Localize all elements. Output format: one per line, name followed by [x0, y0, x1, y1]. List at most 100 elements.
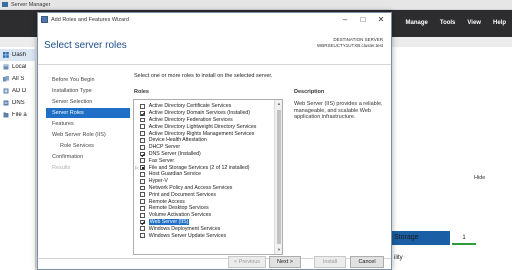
role-checkbox[interactable]	[140, 192, 145, 198]
role-checkbox[interactable]	[140, 185, 145, 191]
role-label: Active Directory Lightweight Directory S…	[148, 123, 257, 130]
role-checkbox[interactable]	[140, 178, 145, 184]
close-icon[interactable]: ✕	[373, 14, 389, 26]
role-item[interactable]: DNS Server (Installed)	[134, 151, 270, 158]
sidebar-item-dns[interactable]: DNS	[0, 97, 36, 109]
role-label: Active Directory Certificate Services	[148, 103, 232, 110]
menu-help[interactable]: Help	[493, 20, 506, 26]
role-item[interactable]: Web Server (IIS)	[134, 218, 270, 226]
role-checkbox[interactable]	[140, 110, 145, 116]
nav-step-server-roles[interactable]: Server Roles	[46, 108, 130, 118]
role-label: Network Policy and Access Services	[148, 184, 233, 191]
role-checkbox[interactable]	[140, 117, 145, 123]
role-item[interactable]: Host Guardian Service	[134, 171, 270, 178]
scrollbar-thumb[interactable]	[276, 110, 281, 244]
server-manager-title: Server Manager	[11, 2, 51, 8]
scroll-up-icon[interactable]: ▲	[275, 100, 282, 108]
role-item[interactable]: Active Directory Domain Services (Instal…	[134, 110, 270, 117]
role-label: Print and Document Services	[148, 191, 216, 198]
role-item[interactable]: ▷ File and Storage Services (2 of 12 inst…	[134, 164, 270, 171]
role-checkbox[interactable]	[140, 212, 145, 218]
menu-tools[interactable]: Tools	[440, 20, 456, 26]
nav-step-features[interactable]: Features	[46, 119, 130, 129]
wizard-titlebar: Add Roles and Features Wizard – □ ✕	[38, 13, 391, 27]
role-checkbox[interactable]	[140, 104, 145, 109]
nav-step-web-server-role[interactable]: Web Server Role (IIS)	[46, 130, 130, 140]
role-item[interactable]: DHCP Server	[134, 144, 270, 151]
roles-scrollbar[interactable]: ▲ ▼	[274, 100, 282, 254]
sidebar-item-local[interactable]: Local	[0, 61, 36, 73]
role-label: DHCP Server	[148, 144, 181, 151]
role-checkbox[interactable]	[140, 233, 145, 238]
nav-step-before-you-begin[interactable]: Before You Begin	[46, 75, 130, 85]
nav-step-results: Results	[52, 165, 71, 171]
role-item[interactable]: Active Directory Lightweight Directory S…	[134, 123, 270, 130]
role-label: Remote Desktop Services	[148, 205, 209, 212]
previous-button[interactable]: < Previous	[228, 256, 266, 268]
role-checkbox[interactable]	[140, 172, 145, 177]
sidebar-item-label: DNS	[12, 100, 25, 106]
role-label: Web Server (IIS)	[148, 218, 190, 225]
role-item[interactable]: Print and Document Services	[134, 191, 270, 198]
role-checkbox[interactable]	[140, 226, 145, 232]
hide-link[interactable]: Hide	[474, 175, 485, 181]
role-label: Active Directory Domain Services (Instal…	[148, 110, 250, 117]
menu-view[interactable]: View	[467, 20, 481, 26]
role-label: Fax Server	[148, 157, 175, 164]
wizard-title: Add Roles and Features Wizard	[51, 17, 129, 23]
cancel-button[interactable]: Cancel	[350, 256, 384, 268]
add-roles-wizard-dialog: Add Roles and Features Wizard – □ ✕ Sele…	[37, 12, 392, 270]
menu-manage[interactable]: Manage	[406, 20, 428, 26]
role-item[interactable]: Fax Server	[134, 157, 270, 164]
role-item[interactable]: Volume Activation Services	[134, 212, 270, 219]
nav-step-installation-type[interactable]: Installation Type	[46, 86, 130, 96]
destination-server-block: DESTINATION SERVER WBRSEUCTY1UTXB.cluste…	[317, 37, 383, 49]
role-checkbox[interactable]	[140, 206, 145, 211]
role-item[interactable]: Remote Desktop Services	[134, 205, 270, 212]
role-item[interactable]: Remote Access	[134, 198, 270, 205]
intro-text: Select one or more roles to install on t…	[134, 73, 273, 79]
role-item[interactable]: Active Directory Rights Management Servi…	[134, 130, 270, 137]
nav-step-confirmation[interactable]: Confirmation	[46, 152, 130, 162]
ad-icon	[3, 88, 9, 94]
role-item[interactable]: Network Policy and Access Services	[134, 185, 270, 192]
nav-step-role-services[interactable]: Role Services	[46, 141, 130, 151]
role-checkbox[interactable]	[140, 124, 145, 130]
storage-tile-label[interactable]: Storage	[394, 234, 419, 241]
role-checkbox[interactable]	[140, 131, 145, 136]
role-label: Device Health Attestation	[148, 137, 207, 144]
nav-step-server-selection[interactable]: Server Selection	[46, 97, 130, 107]
roles-list[interactable]: Active Directory Certificate Services Act…	[133, 99, 283, 255]
scroll-down-icon[interactable]: ▼	[275, 246, 282, 254]
role-item[interactable]: Windows Server Update Services	[134, 232, 270, 239]
role-item[interactable]: Active Directory Federation Services	[134, 117, 270, 124]
role-item[interactable]: Hyper-V	[134, 178, 270, 185]
server-manager-sidebar: Dash Local All S AD D DNS File a	[0, 47, 36, 270]
role-label: Hyper-V	[148, 178, 168, 185]
role-checkbox[interactable]	[140, 158, 145, 164]
role-checkbox[interactable]	[140, 144, 145, 150]
dns-icon	[3, 100, 9, 106]
sidebar-item-ad-ds[interactable]: AD D	[0, 85, 36, 97]
role-item[interactable]: Active Directory Certificate Services	[134, 103, 270, 110]
role-checkbox[interactable]	[140, 219, 145, 225]
install-button[interactable]: Install	[314, 256, 346, 268]
role-item[interactable]: Windows Deployment Services	[134, 225, 270, 232]
sidebar-item-all-servers[interactable]: All S	[0, 73, 36, 85]
role-label: Host Guardian Service	[148, 171, 201, 178]
roles-heading: Roles	[134, 89, 149, 95]
next-button[interactable]: Next >	[269, 256, 301, 268]
folder-icon	[3, 112, 9, 118]
role-checkbox[interactable]	[140, 138, 145, 143]
maximize-icon[interactable]: □	[355, 14, 371, 26]
sidebar-item-file-and-storage[interactable]: File a	[0, 109, 36, 121]
sidebar-item-label: AD D	[12, 88, 27, 94]
sidebar-item-dashboard[interactable]: Dash	[0, 49, 36, 61]
role-item[interactable]: Device Health Attestation	[134, 137, 270, 144]
role-label: Remote Access	[148, 198, 185, 205]
minimize-icon[interactable]: –	[337, 14, 353, 26]
sidebar-item-label: Local	[12, 64, 27, 70]
role-checkbox[interactable]	[140, 199, 145, 204]
role-checkbox[interactable]	[140, 151, 145, 157]
role-checkbox[interactable]	[140, 165, 145, 170]
